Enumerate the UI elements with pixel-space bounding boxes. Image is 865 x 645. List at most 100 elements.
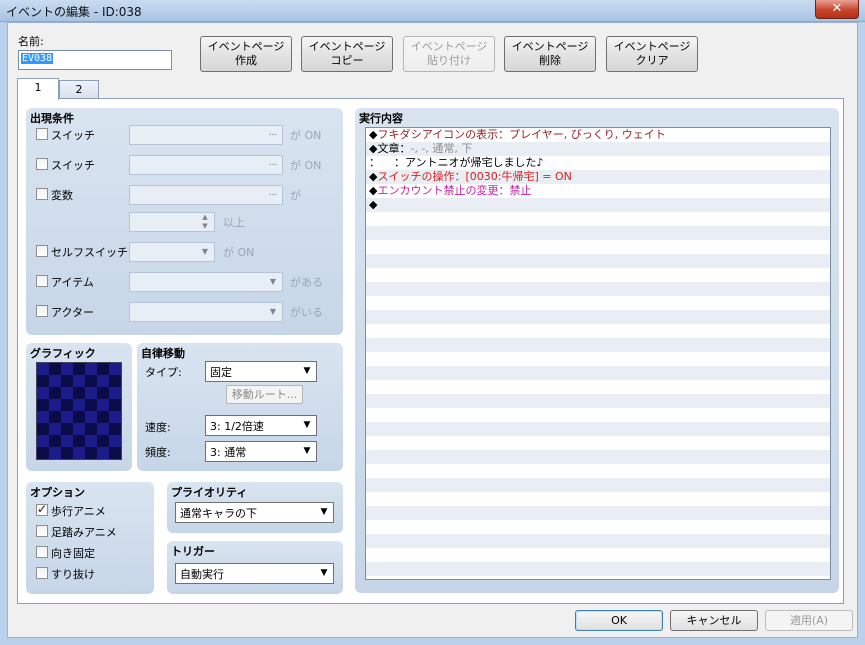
- name-value: EV038: [21, 53, 54, 64]
- direction-fix-label: 向き固定: [51, 547, 95, 560]
- command-list[interactable]: ◆フキダシアイコンの表示：プレイヤー, びっくり, ウェイト ◆文章：-, -,…: [365, 127, 831, 580]
- cancel-button[interactable]: キャンセル: [670, 610, 758, 631]
- actor-checkbox[interactable]: [36, 305, 48, 317]
- priority-group: プライオリティ 通常キャラの下 ▼: [167, 482, 343, 533]
- contents-group: 実行内容 ◆フキダシアイコンの表示：プレイヤー, びっくり, ウェイト ◆文章：…: [355, 108, 839, 593]
- options-group: オプション 歩行アニメ 足踏みアニメ 向き固定 すり抜け: [26, 482, 154, 594]
- stepper-arrows-icon[interactable]: ▲ ▼: [198, 213, 212, 231]
- chevron-down-icon: ▼: [269, 307, 277, 316]
- apply-button[interactable]: 適用(A): [765, 610, 853, 631]
- switch2-browse-button[interactable]: ...: [265, 157, 281, 173]
- variable-browse-button[interactable]: ...: [265, 187, 281, 203]
- freq-select[interactable]: 3: 通常 ▼: [205, 441, 317, 462]
- stepping-anim-label: 足踏みアニメ: [51, 526, 117, 539]
- variable-field[interactable]: ...: [129, 185, 283, 205]
- actor-suffix: がいる: [290, 306, 323, 319]
- priority-select[interactable]: 通常キャラの下 ▼: [175, 502, 334, 523]
- dialog-body: 名前: EV038 イベントページ 作成 イベントページ コピー イベントページ…: [7, 22, 858, 638]
- clear-page-button[interactable]: イベントページ クリア: [606, 36, 698, 72]
- command-line[interactable]: ◆文章：-, -, 通常, 下: [366, 142, 830, 156]
- self-switch-checkbox[interactable]: [36, 245, 48, 257]
- copy-page-line2: コピー: [330, 54, 364, 67]
- trigger-select[interactable]: 自動実行 ▼: [175, 563, 334, 584]
- through-checkbox[interactable]: [36, 567, 48, 579]
- command-text: フキダシアイコンの表示：プレイヤー, びっくり, ウェイト: [377, 128, 666, 141]
- actor-select[interactable]: ▼: [129, 302, 283, 322]
- delete-page-button[interactable]: イベントページ 削除: [504, 36, 596, 72]
- chevron-down-icon: ▼: [320, 568, 328, 578]
- movement-title: 自律移動: [141, 347, 185, 360]
- move-route-button[interactable]: 移動ルート...: [226, 385, 303, 404]
- command-line[interactable]: ： ：アントニオが帰宅しました♪: [366, 156, 830, 170]
- item-checkbox[interactable]: [36, 275, 48, 287]
- command-marker: ：: [369, 156, 380, 169]
- switch2-checkbox[interactable]: [36, 158, 48, 170]
- command-line[interactable]: ◆エンカウント禁止の変更：禁止: [366, 184, 830, 198]
- walking-anim-checkbox[interactable]: [36, 502, 48, 516]
- chevron-down-icon: ▼: [303, 420, 311, 430]
- trigger-group: トリガー 自動実行 ▼: [167, 541, 343, 594]
- stepping-anim-checkbox[interactable]: [36, 525, 48, 537]
- switch2-label: スイッチ: [51, 159, 95, 172]
- item-label: アイテム: [51, 276, 94, 289]
- contents-title: 実行内容: [359, 112, 403, 125]
- movement-type-label: タイプ:: [145, 366, 182, 379]
- actor-label: アクター: [51, 306, 95, 319]
- self-switch-select[interactable]: ▼: [129, 242, 215, 262]
- command-text: 文章：: [377, 142, 411, 155]
- through-label: すり抜け: [51, 568, 95, 581]
- tab-page-2[interactable]: 2: [59, 80, 99, 100]
- chevron-down-icon: ▼: [303, 446, 311, 456]
- copy-page-line1: イベントページ: [308, 40, 386, 53]
- switch1-field[interactable]: ...: [129, 125, 283, 145]
- switch1-label: スイッチ: [51, 129, 95, 142]
- speed-label: 速度:: [145, 421, 171, 434]
- copy-page-button[interactable]: イベントページ コピー: [301, 36, 393, 72]
- delete-page-line1: イベントページ: [511, 40, 589, 53]
- trigger-title: トリガー: [171, 545, 215, 558]
- freq-label: 頻度:: [145, 446, 171, 459]
- close-button[interactable]: ✕: [815, 0, 859, 19]
- graphic-preview[interactable]: [36, 362, 122, 460]
- self-switch-suffix: が ON: [223, 246, 255, 259]
- chevron-down-icon: ▼: [320, 507, 328, 517]
- movement-type-select[interactable]: 固定 ▼: [205, 361, 317, 382]
- switch1-browse-button[interactable]: ...: [265, 127, 281, 143]
- variable-label: 変数: [51, 189, 73, 202]
- command-line[interactable]: ◆フキダシアイコンの表示：プレイヤー, びっくり, ウェイト: [366, 128, 830, 142]
- switch2-suffix: が ON: [290, 159, 322, 172]
- ok-button[interactable]: OK: [575, 610, 663, 631]
- graphic-title: グラフィック: [30, 347, 96, 360]
- tab-page-1[interactable]: 1: [17, 78, 59, 100]
- walking-anim-label: 歩行アニメ: [51, 505, 106, 518]
- command-text: スイッチの操作：[0030:牛帰宅] = ON: [377, 170, 572, 183]
- switch1-checkbox[interactable]: [36, 128, 48, 140]
- trigger-value: 自動実行: [180, 568, 224, 581]
- new-page-line2: 作成: [235, 54, 257, 67]
- command-text: エンカウント禁止の変更：禁止: [377, 184, 532, 197]
- paste-page-button[interactable]: イベントページ 貼り付け: [403, 36, 495, 72]
- conditions-group: 出現条件 スイッチ ... が ON スイッチ ... が ON 変数 ... …: [26, 108, 343, 335]
- chevron-down-icon: ▼: [269, 277, 277, 286]
- chevron-down-icon: ▼: [201, 247, 209, 256]
- variable-checkbox[interactable]: [36, 188, 48, 200]
- freq-value: 3: 通常: [210, 446, 247, 459]
- item-suffix: がある: [290, 276, 323, 289]
- window-title: イベントの編集 - ID:038: [6, 5, 142, 19]
- variable-value-stepper[interactable]: ▲ ▼: [129, 212, 215, 232]
- variable-num-suffix: 以上: [223, 216, 245, 229]
- paste-page-line1: イベントページ: [410, 40, 488, 53]
- speed-select[interactable]: 3: 1/2倍速 ▼: [205, 415, 317, 436]
- name-input[interactable]: EV038: [18, 50, 172, 70]
- command-line[interactable]: ◆: [366, 198, 830, 212]
- command-marker: ◆: [369, 198, 378, 211]
- priority-title: プライオリティ: [171, 486, 248, 499]
- new-page-button[interactable]: イベントページ 作成: [200, 36, 292, 72]
- switch2-field[interactable]: ...: [129, 155, 283, 175]
- direction-fix-checkbox[interactable]: [36, 546, 48, 558]
- item-select[interactable]: ▼: [129, 272, 283, 292]
- speed-value: 3: 1/2倍速: [210, 420, 264, 433]
- graphic-group: グラフィック: [26, 343, 132, 471]
- command-line[interactable]: ◆スイッチの操作：[0030:牛帰宅] = ON: [366, 170, 830, 184]
- command-text: ：アントニオが帰宅しました♪: [380, 156, 544, 169]
